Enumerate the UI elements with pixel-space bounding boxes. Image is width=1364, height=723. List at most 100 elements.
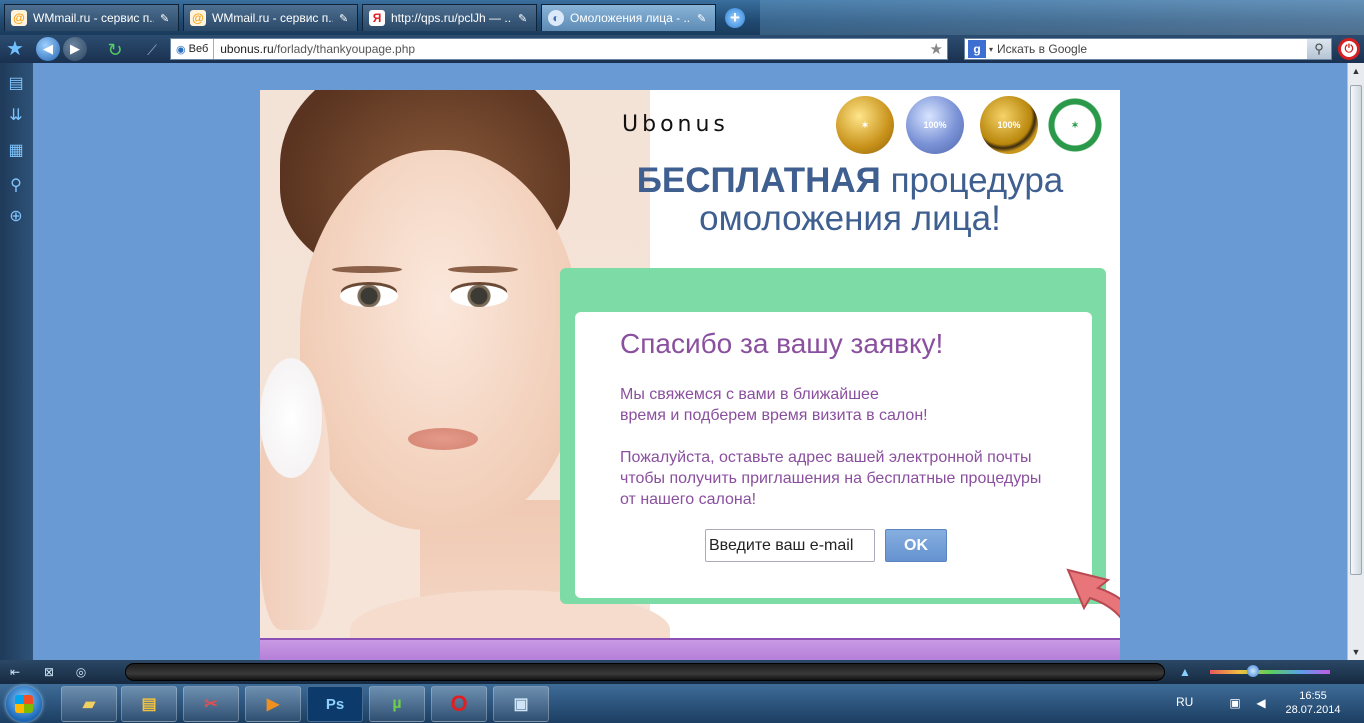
volume-icon[interactable]: ◀ xyxy=(1254,696,1268,710)
bottom-promo-bar xyxy=(260,638,1120,660)
photoshop-label: Ps xyxy=(325,695,345,713)
start-button[interactable] xyxy=(6,686,42,722)
language-indicator[interactable]: RU xyxy=(1176,695,1193,709)
globe-icon: ◐ xyxy=(548,10,564,26)
pencil-icon[interactable]: ✎ xyxy=(160,12,172,25)
clock-date: 28.07.2014 xyxy=(1285,704,1341,716)
sidebar-panel: ▤ ⇊ ▦ ⚲ ⊕ xyxy=(0,63,33,660)
at-icon: @ xyxy=(190,10,206,26)
url-path: /forlady/thankyoupage.php xyxy=(273,42,416,56)
contact-message-line: время и подберем время визита в салон! xyxy=(620,407,928,424)
photo-face xyxy=(300,150,580,530)
explorer-app[interactable]: ▤ xyxy=(121,686,177,722)
page-viewport: Ubonus ✶ 100% 100% ✶ БЕСПЛАТНАЯ процедур… xyxy=(33,63,1347,660)
headline-line2: омоложения лица! xyxy=(699,199,1001,238)
globe-icon: ◉ xyxy=(176,43,186,56)
downloads-icon[interactable]: ⇊ xyxy=(5,105,27,127)
photo-eye-left xyxy=(340,285,398,307)
tab-qps[interactable]: Я http://qps.ru/pclJh — ... ✎ xyxy=(362,4,537,31)
view-mode-icon[interactable]: ▲ xyxy=(1176,663,1194,681)
reload-icon[interactable]: ↻ xyxy=(103,38,127,62)
email-request-line: Пожалуйста, оставьте адрес вашей электро… xyxy=(620,449,1032,466)
tab-wmmail-1[interactable]: @ WMmail.ru - сервис п... ✎ xyxy=(4,4,179,31)
search-placeholder: Искать в Google xyxy=(997,42,1088,56)
at-icon: @ xyxy=(11,10,27,26)
scroll-up-icon[interactable]: ▲ xyxy=(1348,63,1364,79)
tab-title: WMmail.ru - сервис п... xyxy=(212,11,333,25)
utorrent-app[interactable]: µ xyxy=(369,686,425,722)
tab-bar: @ WMmail.ru - сервис п... ✎ @ WMmail.ru … xyxy=(0,0,1364,35)
chevron-down-icon[interactable]: ▾ xyxy=(989,45,993,54)
paint-app[interactable]: ✂ xyxy=(183,686,239,722)
forward-arrow-icon: ▶ xyxy=(70,41,80,56)
contact-message: Мы свяжемся с вами в ближайшее время и п… xyxy=(620,384,1080,426)
zoom-slider[interactable] xyxy=(1210,670,1330,674)
photo-lips xyxy=(408,428,478,450)
star-icon[interactable]: ★ xyxy=(3,38,27,62)
tab-active-rejuvenation[interactable]: ◐ Омоложения лица - ... ✎ xyxy=(541,4,716,31)
photo-brow-left xyxy=(332,266,402,273)
scroll-down-icon[interactable]: ▼ xyxy=(1348,644,1364,660)
green-quality-seal-icon: ✶ xyxy=(1046,96,1104,154)
clock[interactable]: 16:55 28.07.2014 xyxy=(1280,689,1346,717)
tab-title: WMmail.ru - сервис п... xyxy=(33,11,154,25)
tab-wmmail-2[interactable]: @ WMmail.ru - сервис п... ✎ xyxy=(183,4,358,31)
forward-button[interactable]: ▶ xyxy=(63,37,87,61)
contact-message-line: Мы свяжемся с вами в ближайшее xyxy=(620,386,879,403)
hundred-percent-seal-icon: 100% xyxy=(980,96,1038,154)
ubonus-logo: Ubonus xyxy=(622,112,729,137)
horizontal-scrollbar[interactable] xyxy=(125,663,1165,681)
pencil-icon[interactable]: ✎ xyxy=(697,12,709,25)
pencil-icon[interactable]: ✎ xyxy=(518,12,530,25)
thanks-title: Спасибо за вашу заявку! xyxy=(620,328,944,359)
turbo-icon[interactable]: ◎ xyxy=(72,663,90,681)
headline: БЕСПЛАТНАЯ процедура омоложения лица! xyxy=(590,162,1110,238)
browser-window: @ WMmail.ru - сервис п... ✎ @ WMmail.ru … xyxy=(0,0,1364,723)
yandex-icon: Я xyxy=(369,10,385,26)
scrollbar-thumb[interactable] xyxy=(1350,85,1362,575)
bookmark-star-icon[interactable]: ★ xyxy=(930,40,943,58)
opera-app[interactable]: O xyxy=(431,686,487,722)
quality-guarantee-seal-icon: 100% xyxy=(906,96,964,154)
network-app[interactable]: ▣ xyxy=(493,686,549,722)
new-tab-button[interactable]: + xyxy=(725,8,745,28)
search-icon[interactable]: ⚲ xyxy=(1307,39,1331,59)
back-arrow-icon: ◀ xyxy=(43,41,53,56)
email-field[interactable] xyxy=(705,529,875,562)
back-button[interactable]: ◀ xyxy=(36,37,60,61)
email-request-line: чтобы получить приглашения на бесплатные… xyxy=(620,470,1042,487)
search-icon[interactable]: ⚲ xyxy=(5,175,27,197)
desktop-background xyxy=(760,0,1364,35)
panel-toggle-icon[interactable]: ⇤ xyxy=(6,663,24,681)
tab-title: Омоложения лица - ... xyxy=(570,11,691,25)
photo-eye-right xyxy=(450,285,508,307)
url-text: ubonus.ru/forlady/thankyoupage.php xyxy=(214,42,415,56)
google-icon[interactable]: g xyxy=(968,40,986,58)
opera-menu-icon[interactable]: ⏻ xyxy=(1338,38,1360,60)
edit-icon[interactable]: ⟋ xyxy=(140,38,164,62)
url-domain: ubonus.ru xyxy=(220,42,274,56)
search-box[interactable]: g ▾ Искать в Google ⚲ xyxy=(964,38,1332,60)
notes-icon[interactable]: ▤ xyxy=(5,73,27,95)
ok-button[interactable]: OK xyxy=(885,529,947,562)
folder-app[interactable]: ▰ xyxy=(61,686,117,722)
email-request-message: Пожалуйста, оставьте адрес вашей электро… xyxy=(620,447,1080,510)
headline-rest: процедура xyxy=(880,161,1064,200)
vertical-scrollbar[interactable]: ▲ ▼ xyxy=(1347,63,1364,660)
headline-strong: БЕСПЛАТНАЯ xyxy=(636,161,881,200)
email-request-line: от нашего салона! xyxy=(620,491,757,508)
fit-window-icon[interactable]: ⊠ xyxy=(40,663,58,681)
media-app[interactable]: ▶ xyxy=(245,686,301,722)
gold-seal-icon: ✶ xyxy=(836,96,894,154)
usb-icon[interactable]: ▣ xyxy=(1228,696,1242,710)
web-label: Веб xyxy=(188,43,209,55)
add-panel-icon[interactable]: ⊕ xyxy=(5,206,27,228)
system-tray: RU ▣ ◀ 16:55 28.07.2014 xyxy=(1164,684,1364,723)
photoshop-app[interactable]: Ps xyxy=(307,686,363,722)
landing-card: Ubonus ✶ 100% 100% ✶ БЕСПЛАТНАЯ процедур… xyxy=(260,90,1120,660)
zoom-slider-handle[interactable] xyxy=(1247,665,1259,677)
pencil-icon[interactable]: ✎ xyxy=(339,12,351,25)
address-bar[interactable]: ◉ Веб ubonus.ru/forlady/thankyoupage.php… xyxy=(170,38,948,60)
history-icon[interactable]: ▦ xyxy=(5,140,27,162)
web-search-mode[interactable]: ◉ Веб xyxy=(171,39,215,59)
